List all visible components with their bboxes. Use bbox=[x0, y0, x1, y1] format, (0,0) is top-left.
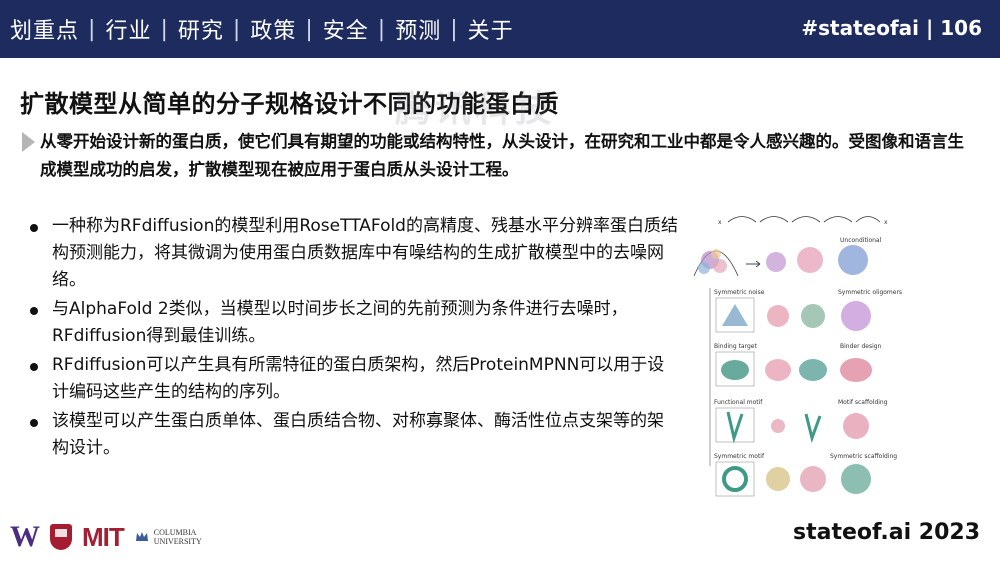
protein-blob-icon bbox=[841, 301, 871, 331]
protein-blob-icon bbox=[801, 304, 825, 328]
nav-item-safety[interactable]: 安全 bbox=[323, 13, 369, 45]
columbia-line-2: UNIVERSITY bbox=[153, 537, 202, 546]
nav-item-policy[interactable]: 政策 bbox=[250, 13, 296, 45]
protein-blob-icon bbox=[804, 413, 822, 444]
rfdiffusion-figure: x x Unconditional Symmetric noise Symmet… bbox=[693, 216, 902, 497]
nav-separator: | bbox=[88, 16, 97, 42]
bullet-dot-icon bbox=[30, 419, 38, 427]
footer-brand: stateof.ai 2023 bbox=[792, 520, 980, 545]
protein-blob-icon bbox=[766, 252, 786, 272]
protein-blob-icon bbox=[843, 413, 869, 439]
columbia-logo: COLUMBIA UNIVERSITY bbox=[134, 528, 202, 546]
noise-cloud bbox=[693, 249, 739, 277]
harvard-shield-icon bbox=[50, 524, 72, 550]
nav-separator: | bbox=[160, 16, 169, 42]
bullet-text: 该模型可以产生蛋白质单体、蛋白质结合物、对称寡聚体、酶活性位点支架等的架构设计。 bbox=[52, 411, 664, 458]
protein-blob-icon bbox=[840, 358, 872, 382]
nav-item-highlights[interactable]: 划重点 bbox=[10, 13, 79, 45]
columbia-line-1: COLUMBIA bbox=[153, 528, 197, 537]
nav-item-industry[interactable]: 行业 bbox=[105, 13, 151, 45]
label-binding-target: Binding target bbox=[714, 343, 757, 350]
protein-blob-icon bbox=[766, 467, 790, 491]
bullet-dot-icon bbox=[30, 224, 38, 232]
nav-item-predictions[interactable]: 预测 bbox=[395, 13, 441, 45]
x-end-label: x bbox=[884, 219, 888, 226]
nav-item-about[interactable]: 关于 bbox=[468, 13, 514, 45]
bullet-text: 一种称为RFdiffusion的模型利用RoseTTAFold的高精度、残基水平… bbox=[52, 216, 678, 290]
functional-motif-icon bbox=[726, 411, 744, 444]
label-symmetric-oligomers: Symmetric oligomers bbox=[838, 289, 902, 296]
protein-blob-icon bbox=[841, 464, 871, 494]
uw-logo: W bbox=[10, 520, 40, 553]
list-item: RFdiffusion可以产生具有所需特征的蛋白质架构，然后ProteinMPN… bbox=[30, 352, 680, 406]
nav-item-research[interactable]: 研究 bbox=[178, 13, 224, 45]
bullet-list: 一种称为RFdiffusion的模型利用RoseTTAFold的高精度、残基水平… bbox=[30, 213, 680, 464]
protein-blob-icon bbox=[799, 359, 827, 381]
nav-separator: | bbox=[305, 16, 314, 42]
symmetric-noise-icon bbox=[722, 304, 748, 326]
bullet-dot-icon bbox=[30, 363, 38, 371]
x-start-label: x bbox=[718, 219, 722, 226]
symmetric-motif-icon bbox=[722, 466, 748, 492]
bullet-text: 与AlphaFold 2类似，当模型以时间步长之间的先前预测为条件进行去噪时，R… bbox=[52, 299, 628, 346]
bullet-text: RFdiffusion可以产生具有所需特征的蛋白质架构，然后ProteinMPN… bbox=[52, 355, 665, 402]
lead-arrow-icon bbox=[22, 132, 35, 152]
columbia-wordmark: COLUMBIA UNIVERSITY bbox=[154, 528, 202, 546]
protein-blob-icon bbox=[767, 305, 789, 327]
label-symmetric-motif: Symmetric motif bbox=[714, 453, 765, 460]
section-nav: 划重点 | 行业 | 研究 | 政策 | 安全 | 预测 | 关于 bbox=[10, 13, 514, 45]
protein-blob-icon bbox=[800, 466, 826, 492]
protein-blob-icon bbox=[838, 245, 868, 275]
label-unconditional: Unconditional bbox=[840, 237, 882, 244]
list-item: 一种称为RFdiffusion的模型利用RoseTTAFold的高精度、残基水平… bbox=[30, 213, 680, 294]
slide-title: 扩散模型从简单的分子规格设计不同的功能蛋白质 bbox=[20, 90, 559, 118]
label-symmetric-scaffolding: Symmetric scaffolding bbox=[830, 453, 897, 460]
lead-paragraph: 从零开始设计新的蛋白质，使它们具有期望的功能或结构特性，从头设计，在研究和工业中… bbox=[40, 132, 964, 179]
protein-blob-icon bbox=[771, 419, 785, 433]
bullet-dot-icon bbox=[30, 307, 38, 315]
slide-hashtag-number: #stateofai | 106 bbox=[801, 16, 982, 40]
top-bar: 划重点 | 行业 | 研究 | 政策 | 安全 | 预测 | 关于 #state… bbox=[0, 0, 1000, 58]
label-binder-design: Binder design bbox=[840, 343, 882, 350]
label-symmetric-noise: Symmetric noise bbox=[714, 289, 765, 296]
crown-icon bbox=[135, 532, 148, 541]
label-functional-motif: Functional motif bbox=[714, 399, 763, 406]
nav-separator: | bbox=[232, 16, 242, 42]
nav-separator: | bbox=[450, 16, 459, 42]
institution-logos: W MIT COLUMBIA UNIVERSITY bbox=[10, 518, 202, 556]
diffusion-trajectory bbox=[727, 216, 881, 223]
binding-target-icon bbox=[721, 360, 749, 380]
label-motif-scaffolding: Motif scaffolding bbox=[838, 399, 888, 406]
nav-separator: | bbox=[377, 16, 387, 42]
protein-blob-icon bbox=[765, 359, 791, 381]
list-item: 与AlphaFold 2类似，当模型以时间步长之间的先前预测为条件进行去噪时，R… bbox=[30, 296, 680, 350]
list-item: 该模型可以产生蛋白质单体、蛋白质结合物、对称寡聚体、酶活性位点支架等的架构设计。 bbox=[30, 408, 680, 462]
protein-blob-icon bbox=[797, 247, 823, 273]
mit-logo: MIT bbox=[82, 521, 125, 552]
